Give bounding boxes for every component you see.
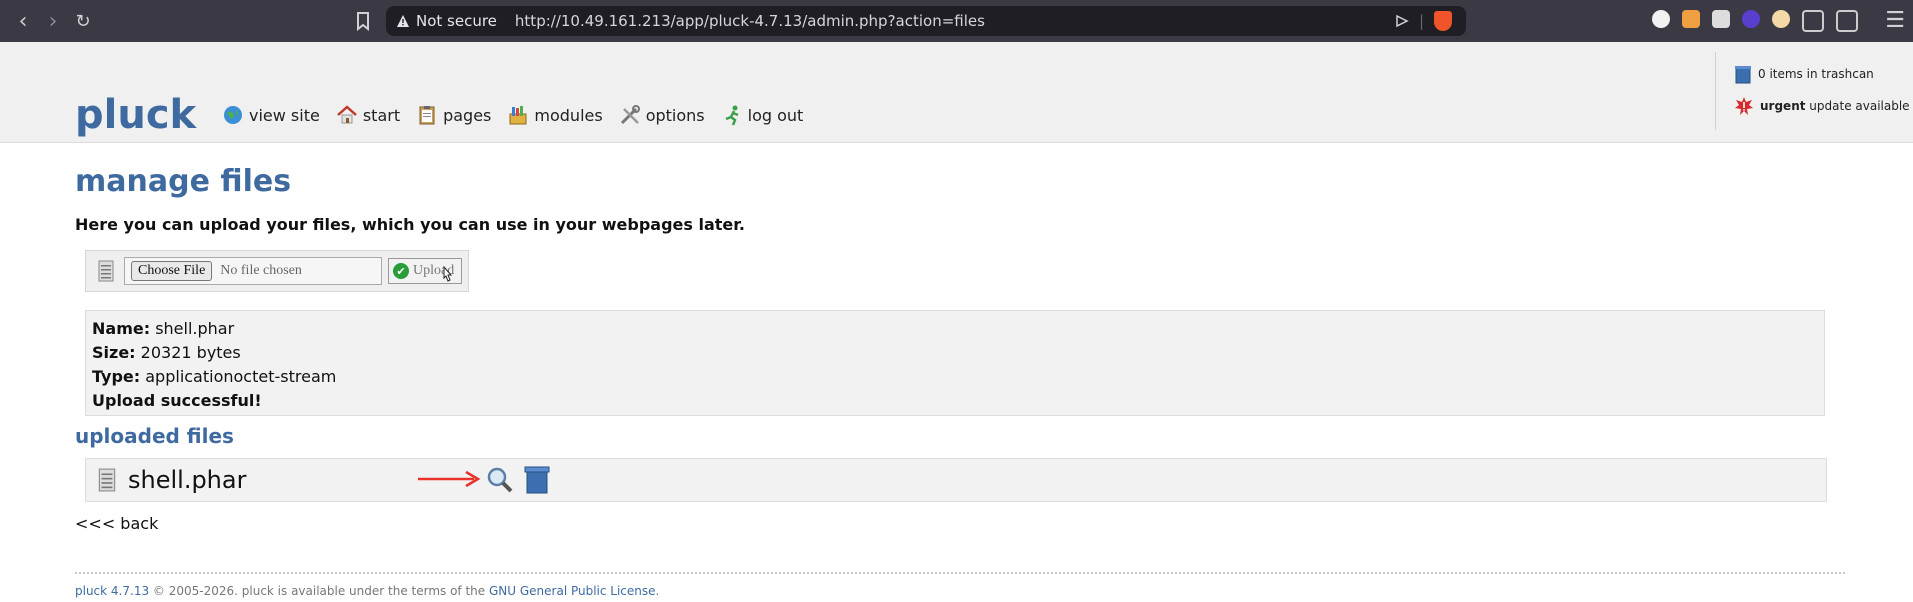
warning-icon (397, 15, 409, 27)
check-icon: ✔ (393, 263, 409, 279)
notice-panel: 0 items in trashcan urgent update availa… (1715, 52, 1913, 130)
upload-form: Choose File No file chosen ✔ Upload (85, 250, 469, 292)
main-content: manage files Here you can upload your fi… (75, 142, 1835, 533)
nav-log-out[interactable]: log out (721, 104, 804, 126)
file-input[interactable]: Choose File No file chosen (124, 257, 382, 285)
nav-pages[interactable]: pages (416, 104, 491, 126)
send-icon[interactable] (1395, 14, 1409, 28)
url-text[interactable]: http://10.49.161.213/app/pluck-4.7.13/ad… (515, 12, 985, 30)
view-file-icon[interactable] (486, 466, 514, 494)
nav-view-site[interactable]: view site (222, 104, 320, 126)
site-header: pluck view site start pages modules opti… (0, 42, 1913, 143)
result-type: Type: applicationoctet-stream (92, 365, 1818, 389)
globe-icon (224, 106, 242, 124)
file-row: shell.phar (85, 458, 1827, 502)
nav-label: modules (534, 105, 603, 125)
upload-result: Name: shell.phar Size: 20321 bytes Type:… (85, 310, 1825, 416)
bookmark-icon[interactable] (352, 10, 374, 32)
reload-icon[interactable]: ↻ (70, 8, 96, 34)
forward-icon[interactable]: › (40, 8, 66, 34)
trash-notice-text: 0 items in trashcan (1758, 67, 1874, 81)
divider: | (1418, 12, 1424, 30)
extension-icon[interactable] (1742, 10, 1760, 28)
choose-file-button[interactable]: Choose File (131, 261, 213, 281)
result-size-label: Size: (92, 343, 136, 362)
result-type-label: Type: (92, 367, 141, 386)
result-size: Size: 20321 bytes (92, 341, 1818, 365)
runner-icon (725, 105, 739, 126)
update-strong: urgent (1760, 99, 1806, 113)
update-notice[interactable]: urgent update available (1734, 96, 1913, 116)
result-status: Upload successful! (92, 389, 1818, 413)
nav-label: pages (443, 105, 492, 125)
nav-label: options (645, 105, 705, 125)
extension-icon[interactable] (1652, 10, 1670, 28)
nav-modules[interactable]: modules (507, 104, 603, 126)
annotation-arrow-icon (418, 470, 481, 488)
delete-file-icon[interactable] (524, 465, 550, 495)
extensions-bar (1652, 10, 1858, 32)
mouse-cursor-icon (443, 266, 453, 282)
no-file-label: No file chosen (220, 263, 302, 278)
sidebar-icon[interactable] (1836, 10, 1858, 32)
tools-icon (620, 105, 640, 125)
home-icon (336, 105, 357, 124)
nav-options[interactable]: options (619, 104, 705, 126)
nav-label: view site (249, 105, 320, 125)
trash-notice[interactable]: 0 items in trashcan (1734, 64, 1913, 84)
upload-button[interactable]: ✔ Upload (388, 258, 462, 284)
footer: pluck 4.7.13 © 2005-2026. pluck is avail… (75, 572, 1845, 598)
brave-shield-icon[interactable] (1434, 11, 1452, 31)
extension-icon[interactable] (1772, 10, 1790, 28)
license-link[interactable]: GNU General Public License (489, 584, 656, 598)
alert-icon (1735, 97, 1753, 115)
update-text: update available (1809, 99, 1910, 113)
clipboard-icon (419, 106, 435, 125)
result-name-value: shell.phar (155, 319, 235, 338)
page-title: manage files (75, 164, 292, 199)
extension-icon[interactable] (1712, 10, 1730, 28)
document-icon (98, 260, 114, 282)
footer-end: . (655, 584, 660, 598)
result-name: Name: shell.phar (92, 317, 1818, 341)
result-size-value: 20321 bytes (140, 343, 241, 362)
nav-label: log out (747, 105, 804, 125)
back-icon[interactable]: ‹ (10, 8, 36, 34)
address-bar[interactable]: Not secure http://10.49.161.213/app/pluc… (386, 6, 1466, 36)
back-link[interactable]: <<< back (75, 514, 1835, 533)
document-icon (98, 468, 116, 492)
modules-icon (509, 106, 527, 125)
page-intro: Here you can upload your files, which yo… (75, 215, 745, 234)
version-link[interactable]: pluck 4.7.13 (75, 584, 149, 598)
logo[interactable]: pluck (75, 92, 196, 138)
result-name-label: Name: (92, 319, 151, 338)
extension-icon[interactable] (1682, 10, 1700, 28)
security-indicator[interactable]: Not secure (396, 12, 497, 30)
trash-icon (1735, 66, 1751, 84)
uploaded-files-heading: uploaded files (75, 424, 234, 448)
browser-toolbar: ‹ › ↻ Not secure http://10.49.161.213/ap… (0, 0, 1913, 42)
nav-label: start (362, 105, 401, 125)
security-label: Not secure (416, 12, 497, 30)
nav-start[interactable]: start (336, 104, 400, 126)
puzzle-icon[interactable] (1802, 10, 1824, 32)
menu-icon[interactable]: ☰ (1885, 8, 1905, 33)
main-nav: view site start pages modules options lo… (222, 104, 803, 126)
file-name: shell.phar (128, 466, 247, 494)
result-status-text: Upload successful! (92, 391, 262, 410)
footer-text: © 2005-2026. pluck is available under th… (149, 584, 489, 598)
result-type-value: applicationoctet-stream (145, 367, 337, 386)
